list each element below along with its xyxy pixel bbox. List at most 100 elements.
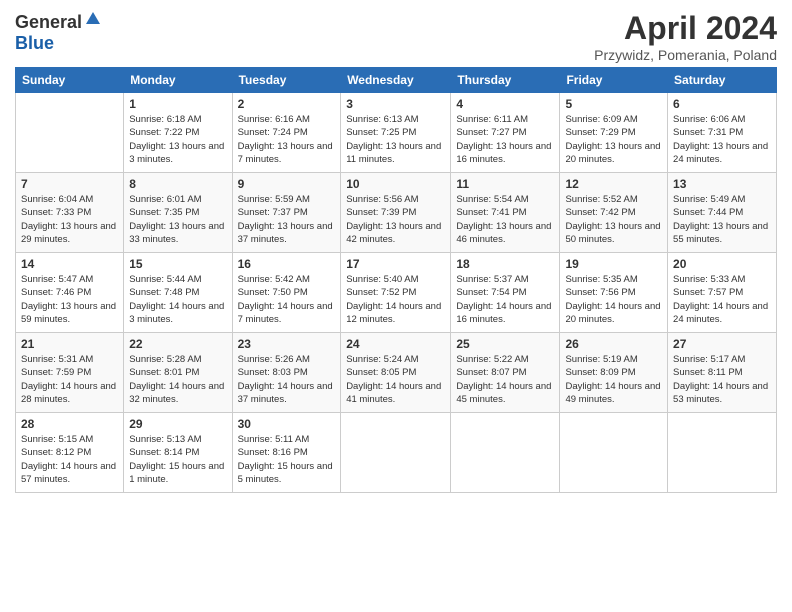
calendar-cell: [668, 413, 777, 493]
logo-block: General Blue: [15, 10, 102, 54]
day-number: 21: [21, 337, 118, 351]
calendar-cell: 11 Sunrise: 5:54 AMSunset: 7:41 PMDayligh…: [451, 173, 560, 253]
day-number: 17: [346, 257, 445, 271]
title-block: April 2024 Przywidz, Pomerania, Poland: [594, 10, 777, 63]
calendar-cell: 20 Sunrise: 5:33 AMSunset: 7:57 PMDayligh…: [668, 253, 777, 333]
calendar-cell: 10 Sunrise: 5:56 AMSunset: 7:39 PMDayligh…: [341, 173, 451, 253]
day-number: 16: [238, 257, 336, 271]
calendar-header-monday: Monday: [124, 68, 232, 93]
day-number: 23: [238, 337, 336, 351]
calendar-cell: 1 Sunrise: 6:18 AMSunset: 7:22 PMDaylight…: [124, 93, 232, 173]
location-title: Przywidz, Pomerania, Poland: [594, 47, 777, 63]
day-detail: Sunrise: 5:35 AMSunset: 7:56 PMDaylight:…: [565, 273, 662, 326]
day-number: 24: [346, 337, 445, 351]
day-detail: Sunrise: 5:33 AMSunset: 7:57 PMDaylight:…: [673, 273, 771, 326]
week-row-4: 21 Sunrise: 5:31 AMSunset: 7:59 PMDayligh…: [16, 333, 777, 413]
calendar-cell: 13 Sunrise: 5:49 AMSunset: 7:44 PMDayligh…: [668, 173, 777, 253]
day-detail: Sunrise: 5:54 AMSunset: 7:41 PMDaylight:…: [456, 193, 554, 246]
day-number: 29: [129, 417, 226, 431]
calendar-table: SundayMondayTuesdayWednesdayThursdayFrid…: [15, 67, 777, 493]
week-row-5: 28 Sunrise: 5:15 AMSunset: 8:12 PMDayligh…: [16, 413, 777, 493]
calendar-cell: 18Sunrise: 5:37 AMSunset: 7:54 PMDayligh…: [451, 253, 560, 333]
calendar-cell: 30 Sunrise: 5:11 AMSunset: 8:16 PMDayligh…: [232, 413, 341, 493]
calendar-cell: 19 Sunrise: 5:35 AMSunset: 7:56 PMDayligh…: [560, 253, 668, 333]
logo-icon: [84, 10, 102, 28]
calendar-cell: 27 Sunrise: 5:17 AMSunset: 8:11 PMDayligh…: [668, 333, 777, 413]
day-number: 20: [673, 257, 771, 271]
calendar-cell: 25Sunrise: 5:22 AMSunset: 8:07 PMDayligh…: [451, 333, 560, 413]
calendar-cell: 14Sunrise: 5:47 AMSunset: 7:46 PMDayligh…: [16, 253, 124, 333]
day-detail: Sunrise: 5:42 AMSunset: 7:50 PMDaylight:…: [238, 273, 336, 326]
day-number: 27: [673, 337, 771, 351]
day-number: 11: [456, 177, 554, 191]
day-number: 19: [565, 257, 662, 271]
calendar-header-thursday: Thursday: [451, 68, 560, 93]
day-number: 15: [129, 257, 226, 271]
day-detail: Sunrise: 5:26 AMSunset: 8:03 PMDaylight:…: [238, 353, 336, 406]
day-detail: Sunrise: 5:59 AMSunset: 7:37 PMDaylight:…: [238, 193, 336, 246]
calendar-cell: 28 Sunrise: 5:15 AMSunset: 8:12 PMDayligh…: [16, 413, 124, 493]
month-title: April 2024: [594, 10, 777, 47]
day-detail: Sunrise: 6:09 AMSunset: 7:29 PMDaylight:…: [565, 113, 662, 166]
calendar-cell: 22 Sunrise: 5:28 AMSunset: 8:01 PMDayligh…: [124, 333, 232, 413]
day-number: 26: [565, 337, 662, 351]
day-number: 9: [238, 177, 336, 191]
calendar-cell: 9 Sunrise: 5:59 AMSunset: 7:37 PMDaylight…: [232, 173, 341, 253]
day-detail: Sunrise: 5:28 AMSunset: 8:01 PMDaylight:…: [129, 353, 226, 406]
day-detail: Sunrise: 5:49 AMSunset: 7:44 PMDaylight:…: [673, 193, 771, 246]
day-number: 3: [346, 97, 445, 111]
day-number: 5: [565, 97, 662, 111]
calendar-cell: 23 Sunrise: 5:26 AMSunset: 8:03 PMDayligh…: [232, 333, 341, 413]
day-detail: Sunrise: 6:18 AMSunset: 7:22 PMDaylight:…: [129, 113, 226, 166]
calendar-cell: 17 Sunrise: 5:40 AMSunset: 7:52 PMDayligh…: [341, 253, 451, 333]
day-detail: Sunrise: 6:06 AMSunset: 7:31 PMDaylight:…: [673, 113, 771, 166]
calendar-cell: 3 Sunrise: 6:13 AMSunset: 7:25 PMDaylight…: [341, 93, 451, 173]
week-row-2: 7 Sunrise: 6:04 AMSunset: 7:33 PMDaylight…: [16, 173, 777, 253]
day-number: 28: [21, 417, 118, 431]
day-detail: Sunrise: 5:40 AMSunset: 7:52 PMDaylight:…: [346, 273, 445, 326]
day-detail: Sunrise: 6:04 AMSunset: 7:33 PMDaylight:…: [21, 193, 118, 246]
week-row-3: 14Sunrise: 5:47 AMSunset: 7:46 PMDayligh…: [16, 253, 777, 333]
calendar-cell: 12 Sunrise: 5:52 AMSunset: 7:42 PMDayligh…: [560, 173, 668, 253]
day-detail: Sunrise: 5:31 AMSunset: 7:59 PMDaylight:…: [21, 353, 118, 406]
calendar-cell: [451, 413, 560, 493]
day-detail: Sunrise: 5:37 AMSunset: 7:54 PMDaylight:…: [456, 273, 554, 326]
day-detail: Sunrise: 5:56 AMSunset: 7:39 PMDaylight:…: [346, 193, 445, 246]
day-number: 30: [238, 417, 336, 431]
day-number: 14: [21, 257, 118, 271]
day-detail: Sunrise: 6:11 AMSunset: 7:27 PMDaylight:…: [456, 113, 554, 166]
day-detail: Sunrise: 5:17 AMSunset: 8:11 PMDaylight:…: [673, 353, 771, 406]
day-number: 13: [673, 177, 771, 191]
day-detail: Sunrise: 5:11 AMSunset: 8:16 PMDaylight:…: [238, 433, 336, 486]
day-number: 10: [346, 177, 445, 191]
day-number: 8: [129, 177, 226, 191]
day-number: 2: [238, 97, 336, 111]
calendar-cell: 2 Sunrise: 6:16 AMSunset: 7:24 PMDaylight…: [232, 93, 341, 173]
day-detail: Sunrise: 5:44 AMSunset: 7:48 PMDaylight:…: [129, 273, 226, 326]
day-detail: Sunrise: 5:19 AMSunset: 8:09 PMDaylight:…: [565, 353, 662, 406]
day-detail: Sunrise: 5:13 AMSunset: 8:14 PMDaylight:…: [129, 433, 226, 486]
calendar-header-saturday: Saturday: [668, 68, 777, 93]
day-detail: Sunrise: 5:15 AMSunset: 8:12 PMDaylight:…: [21, 433, 118, 486]
calendar-cell: 15 Sunrise: 5:44 AMSunset: 7:48 PMDayligh…: [124, 253, 232, 333]
week-row-1: 1 Sunrise: 6:18 AMSunset: 7:22 PMDaylight…: [16, 93, 777, 173]
page-container: General Blue April 2024 Przywidz, Pomera…: [0, 0, 792, 503]
calendar-cell: 5 Sunrise: 6:09 AMSunset: 7:29 PMDaylight…: [560, 93, 668, 173]
day-detail: Sunrise: 6:13 AMSunset: 7:25 PMDaylight:…: [346, 113, 445, 166]
calendar-cell: 21 Sunrise: 5:31 AMSunset: 7:59 PMDayligh…: [16, 333, 124, 413]
day-number: 12: [565, 177, 662, 191]
calendar-cell: 16 Sunrise: 5:42 AMSunset: 7:50 PMDayligh…: [232, 253, 341, 333]
day-detail: Sunrise: 5:24 AMSunset: 8:05 PMDaylight:…: [346, 353, 445, 406]
day-number: 22: [129, 337, 226, 351]
calendar-cell: [560, 413, 668, 493]
calendar-header-sunday: Sunday: [16, 68, 124, 93]
calendar-cell: 7 Sunrise: 6:04 AMSunset: 7:33 PMDaylight…: [16, 173, 124, 253]
calendar-cell: 24 Sunrise: 5:24 AMSunset: 8:05 PMDayligh…: [341, 333, 451, 413]
day-detail: Sunrise: 6:16 AMSunset: 7:24 PMDaylight:…: [238, 113, 336, 166]
day-number: 7: [21, 177, 118, 191]
day-number: 1: [129, 97, 226, 111]
day-detail: Sunrise: 5:52 AMSunset: 7:42 PMDaylight:…: [565, 193, 662, 246]
day-detail: Sunrise: 6:01 AMSunset: 7:35 PMDaylight:…: [129, 193, 226, 246]
header: General Blue April 2024 Przywidz, Pomera…: [15, 10, 777, 63]
calendar-cell: 29 Sunrise: 5:13 AMSunset: 8:14 PMDayligh…: [124, 413, 232, 493]
